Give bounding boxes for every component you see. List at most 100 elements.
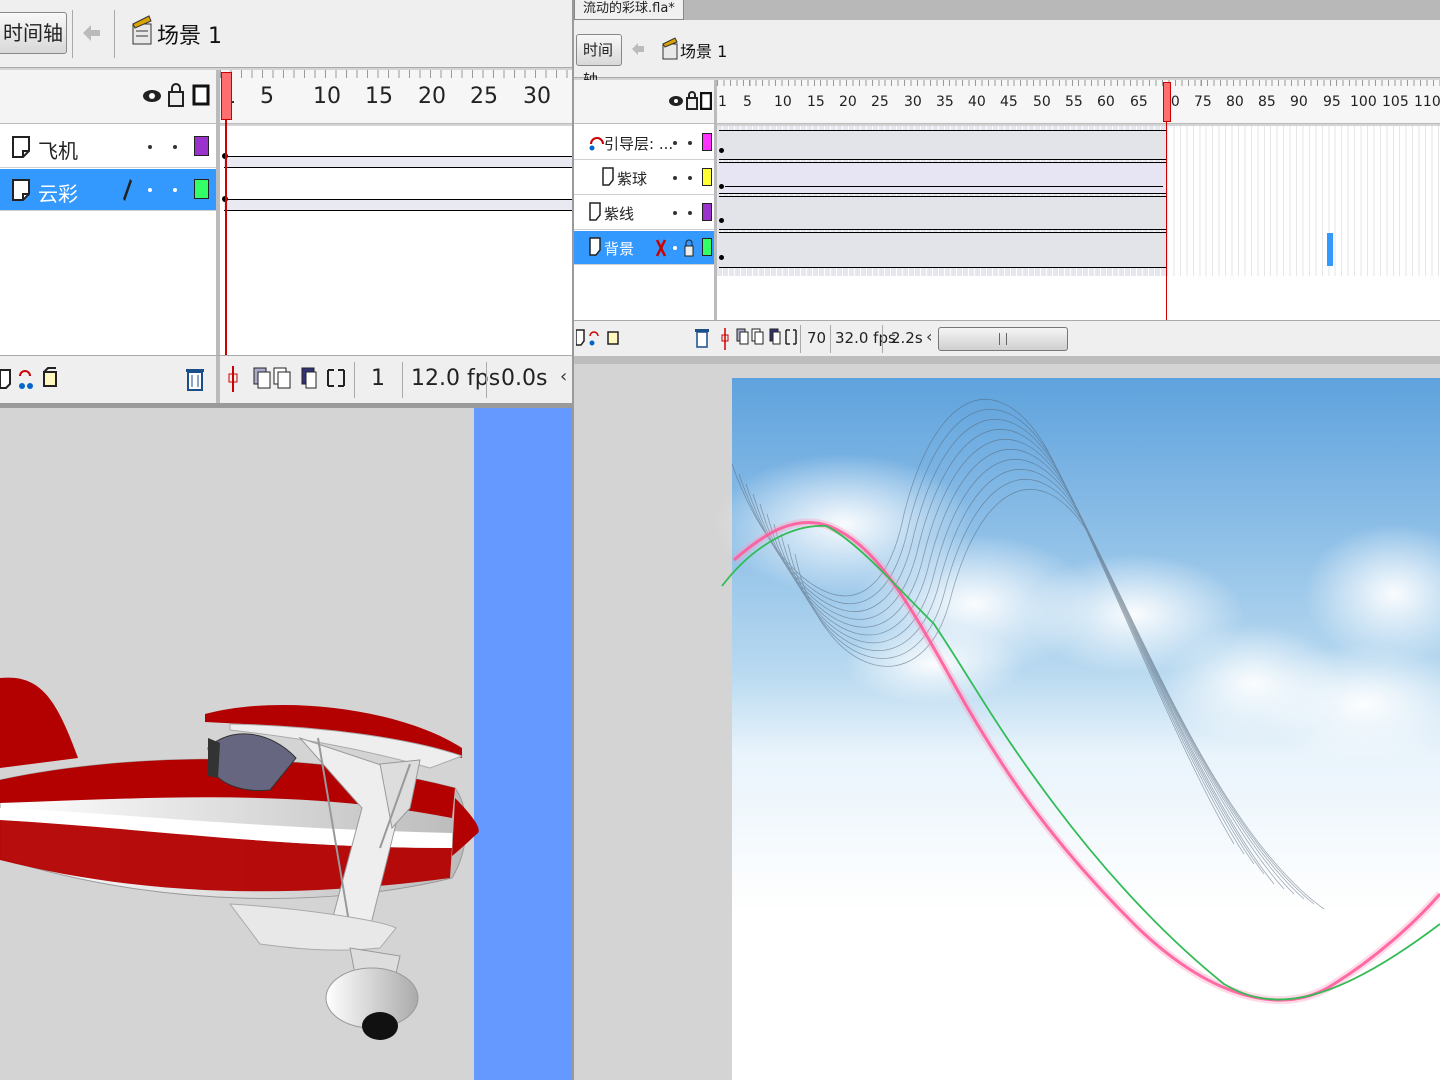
layer-name[interactable]: 飞机	[38, 135, 78, 164]
left-timeline-footer: 1 12.0 fps 0.0s ‹	[0, 355, 572, 404]
layer-name[interactable]: 云彩	[38, 178, 78, 207]
layer-name[interactable]: 紫线	[604, 203, 634, 224]
onion-skin-icons[interactable]	[736, 327, 798, 349]
layer-color-swatch[interactable]	[702, 203, 712, 221]
frame-rate-field[interactable]: 32.0 fps	[830, 325, 896, 353]
lock-dot[interactable]	[173, 145, 177, 149]
right-stage	[574, 364, 1440, 1080]
right-scene-label[interactable]: 场景 1	[680, 38, 727, 62]
elapsed-time-field: 2.2s	[882, 325, 923, 353]
outline-toggle-icon[interactable]	[700, 92, 712, 110]
back-arrow-icon[interactable]	[80, 22, 102, 44]
add-layer-icons[interactable]	[0, 366, 68, 392]
left-timeline-toggle-button[interactable]: 时间轴	[0, 12, 67, 54]
scene-clapper-icon	[132, 15, 152, 45]
layer-color-swatch[interactable]	[702, 168, 712, 186]
visibility-dot[interactable]	[673, 246, 677, 250]
frame-rate-field[interactable]: 12.0 fps	[402, 362, 500, 398]
ruler-tick-label: 65	[1130, 94, 1148, 110]
center-frame-icon[interactable]	[720, 326, 730, 352]
delete-layer-trash-icon[interactable]	[694, 327, 710, 349]
layer-row-guide[interactable]: 引导层: ...	[574, 126, 714, 160]
add-layer-icons[interactable]	[576, 327, 622, 349]
frame-span-clouds[interactable]	[224, 199, 572, 211]
visibility-dot[interactable]	[673, 211, 677, 215]
frame-span-plane[interactable]	[224, 156, 572, 168]
visibility-dot[interactable]	[148, 188, 152, 192]
frame-span-guide[interactable]	[719, 130, 1167, 160]
center-frame-icon[interactable]	[226, 364, 240, 394]
left-scene-label[interactable]: 场景 1	[157, 18, 222, 50]
ruler-tick-label: 95	[1323, 94, 1341, 110]
layer-name[interactable]: 引导层: ...	[604, 133, 673, 154]
keyframe-dot[interactable]	[719, 148, 724, 153]
visibility-dot[interactable]	[148, 145, 152, 149]
show-hide-eye-icon[interactable]	[141, 86, 163, 106]
current-frame-field[interactable]: 1	[354, 362, 400, 398]
outline-toggle-icon[interactable]	[192, 84, 210, 106]
scroll-left-arrow-icon[interactable]: ‹	[926, 327, 932, 346]
lock-dot[interactable]	[688, 211, 692, 215]
lock-dot[interactable]	[688, 141, 692, 145]
layer-page-icon	[12, 179, 30, 201]
right-timeline-toggle-button[interactable]: 时间轴	[576, 34, 622, 89]
document-tab[interactable]: 流动的彩球.fla*	[574, 0, 684, 20]
sky-and-ribbon-artwork	[714, 378, 1440, 1080]
lock-icon[interactable]	[167, 82, 185, 108]
frame-span-background[interactable]	[719, 232, 1167, 268]
ruler-tick-label: 30	[904, 94, 922, 110]
onion-skin-icons[interactable]	[252, 366, 348, 392]
right-frame-grid[interactable]	[717, 126, 1440, 320]
scroll-left-arrow-icon[interactable]: ‹	[560, 366, 567, 387]
footer-splitter	[216, 356, 220, 404]
keyframe-dot[interactable]	[719, 184, 724, 189]
keyframe-dot[interactable]	[719, 255, 724, 260]
lock-icon[interactable]	[686, 90, 698, 110]
layer-color-swatch[interactable]	[194, 136, 209, 156]
layer-name[interactable]: 紫球	[617, 168, 647, 189]
layer-row-clouds[interactable]: 云彩	[0, 169, 216, 211]
selected-frame-cell[interactable]	[1327, 233, 1333, 266]
horizontal-scrollbar-thumb[interactable]	[938, 327, 1068, 351]
layer-name[interactable]: 背景	[604, 238, 634, 259]
left-frame-ruler[interactable]: 1 5 10 15 20 25 30	[220, 70, 572, 124]
ruler-tick-label: 5	[743, 94, 752, 110]
playhead-marker[interactable]	[221, 72, 232, 120]
playhead-marker[interactable]	[1163, 82, 1171, 122]
layer-color-swatch[interactable]	[702, 133, 712, 151]
empty-row-area	[717, 276, 1440, 320]
layer-row-background[interactable]: 背景	[574, 231, 714, 265]
scroll-grip-icon	[999, 333, 1007, 345]
show-hide-eye-icon[interactable]	[668, 94, 684, 108]
layer-page-icon	[602, 167, 614, 186]
keyframe-dot[interactable]	[719, 218, 724, 223]
layer-page-icon	[589, 237, 601, 256]
back-arrow-icon[interactable]	[630, 40, 646, 58]
visibility-dot[interactable]	[673, 176, 677, 180]
left-frame-grid[interactable]	[220, 126, 572, 355]
lock-dot[interactable]	[173, 188, 177, 192]
layer-page-icon	[12, 136, 30, 158]
delete-layer-trash-icon[interactable]	[185, 366, 205, 392]
layer-color-swatch[interactable]	[194, 179, 209, 199]
ruler-tick-label: 45	[1000, 94, 1018, 110]
ruler-tick-label: 10	[774, 94, 792, 110]
frame-span-purple-line[interactable]	[719, 196, 1167, 230]
layer-row-purple-ball[interactable]: 紫球	[574, 161, 714, 195]
hidden-x-icon[interactable]	[655, 238, 667, 258]
current-frame-field[interactable]: 70	[800, 325, 828, 353]
lock-dot[interactable]	[688, 176, 692, 180]
layer-color-swatch[interactable]	[702, 238, 712, 256]
ruler-tick-label: 85	[1258, 94, 1276, 110]
ruler-tick-label: 1	[718, 94, 727, 110]
right-frame-ruler[interactable]: 1 5 10 15 20 25 30 35 40 45 50 55 60 65 …	[717, 80, 1440, 124]
right-timeline-toolbar: 时间轴 场景 1	[574, 20, 1440, 89]
ruler-tick-label: 30	[523, 84, 551, 109]
toolbar-divider	[114, 10, 115, 58]
lock-icon[interactable]	[684, 239, 694, 257]
pencil-edit-icon	[123, 179, 132, 201]
visibility-dot[interactable]	[673, 141, 677, 145]
frame-span-purple-ball[interactable]	[719, 162, 1167, 194]
layer-row-plane[interactable]: 飞机	[0, 126, 216, 168]
layer-row-purple-line[interactable]: 紫线	[574, 196, 714, 230]
